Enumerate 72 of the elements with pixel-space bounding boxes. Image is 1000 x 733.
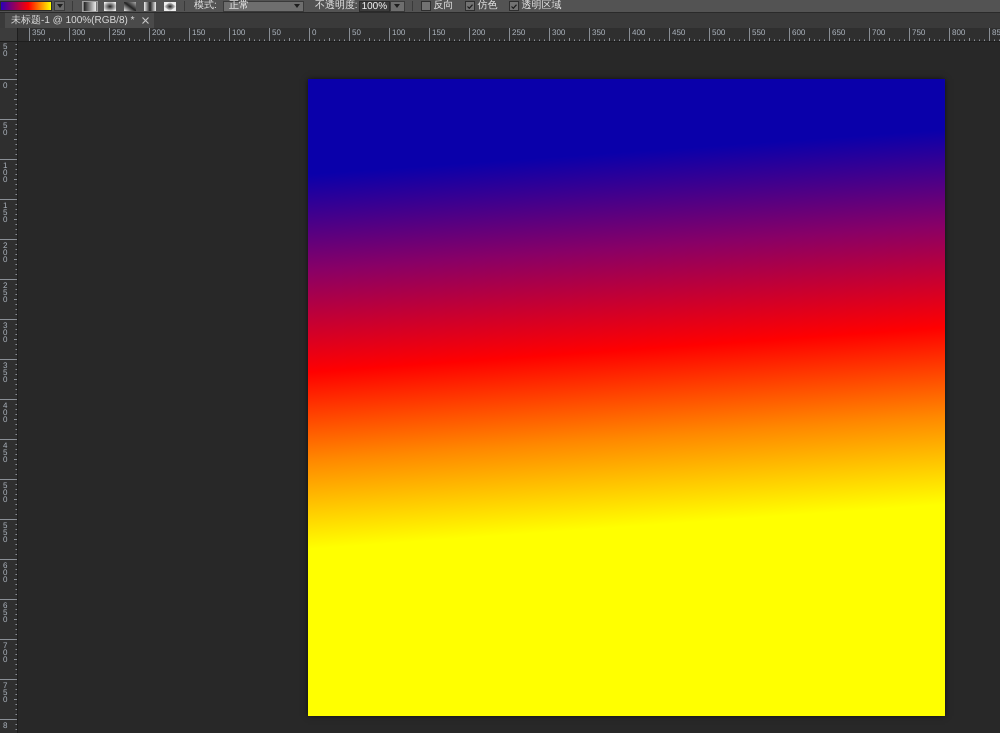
ruler-label: 300 [552,28,566,37]
checkbox-label: 仿色 [478,1,498,11]
ruler-label: 250 [512,28,526,37]
linear-gradient-icon [84,2,96,10]
checkbox-label: 反向 [434,1,454,11]
ruler-label: 150 [432,28,446,37]
gradient-type-button[interactable] [122,0,138,12]
ruler-label: 750 [3,682,8,703]
ruler-label: 400 [632,28,646,37]
ruler-label: 250 [3,282,8,303]
ruler-label: 50 [3,122,8,136]
ruler-label: 600 [3,562,8,583]
diamond-gradient-icon [164,2,176,10]
ruler-label: 200 [472,28,486,37]
ruler-label: 800 [952,28,966,37]
gradient-picker-button[interactable] [54,1,65,11]
ruler-label: 500 [712,28,726,37]
gradient-type-button[interactable] [82,0,98,12]
ruler-label: 200 [152,28,166,37]
ruler-label: 450 [672,28,686,37]
ruler-label: 50 [352,28,361,37]
ruler-label: 200 [3,242,8,263]
ruler-label: 300 [72,28,86,37]
tick-icon [466,4,473,8]
ruler-label: 50 [3,43,8,57]
opacity-slider-button[interactable] [390,0,405,12]
ruler-label: 300 [3,322,8,343]
ruler-label: 0 [312,28,316,37]
ruler-label: 350 [32,28,46,37]
ruler-label: 650 [832,28,846,37]
ruler-label: 550 [752,28,766,37]
caret-icon [294,4,300,8]
ruler-label: 500 [3,482,8,503]
angle-gradient-icon [124,2,136,10]
ruler-label: 350 [3,362,8,383]
ruler-label: 600 [792,28,806,37]
ruler-label: 150 [192,28,206,37]
checkbox[interactable] [464,1,475,11]
radial-gradient-icon [104,2,116,10]
reflected-gradient-icon [144,2,156,10]
ruler-label: 250 [112,28,126,37]
ruler-label: 550 [3,522,8,543]
tick-icon [510,4,517,8]
gradient-type-button[interactable] [162,0,178,12]
mode-label: 模式: [194,1,217,11]
ruler-label: 0 [3,82,8,89]
ruler-label: 150 [3,202,8,223]
checkbox[interactable] [420,1,431,11]
gradient-swatch[interactable] [0,1,52,11]
opacity-field[interactable]: 100% [358,0,390,12]
ruler-label: 750 [912,28,926,37]
ruler-label: 700 [3,642,8,663]
ruler-label: 100 [3,162,8,183]
gradient-type-button[interactable] [142,0,158,12]
checkbox[interactable] [508,1,519,11]
gradient-type-button[interactable] [102,0,118,12]
ruler-label: 650 [3,602,8,623]
caret-icon [56,4,62,8]
ruler-label: 100 [392,28,406,37]
ruler-label: 100 [232,28,246,37]
ruler-label: 700 [872,28,886,37]
ruler-label: 450 [3,442,8,463]
ruler-label: 50 [272,28,281,37]
close-icon[interactable] [142,17,149,24]
ruler-label: 350 [592,28,606,37]
mode-dropdown[interactable]: 正常 [222,0,304,12]
caret-icon [394,4,400,8]
ruler-label: 8 [3,722,8,729]
document-tab[interactable]: 未标题-1 @ 100%(RGB/8) * [5,13,154,28]
checkbox-label: 透明区域 [522,1,562,11]
ruler-label: 400 [3,402,8,423]
document-tab-title: 未标题-1 @ 100%(RGB/8) * [11,14,135,26]
